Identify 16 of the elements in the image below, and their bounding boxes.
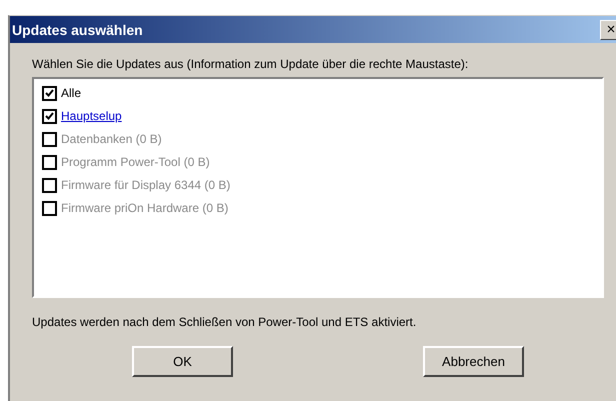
ok-button[interactable]: OK (132, 346, 233, 377)
checkbox[interactable] (42, 86, 57, 100)
checkmark-icon (45, 89, 54, 97)
checkbox[interactable] (42, 108, 57, 124)
update-label: Firmware für Display 6344 (0 B) (61, 178, 230, 192)
update-label: Alle (61, 86, 82, 100)
window-title: Updates auswählen (12, 22, 143, 38)
instruction-text: Wählen Sie die Updates aus (Information zum Update über die rechte Maustaste): (32, 57, 470, 71)
update-label: Datenbanken (0 B) (61, 132, 162, 146)
update-link[interactable]: Hauptselup (61, 109, 122, 123)
cancel-button[interactable]: Abbrechen (423, 346, 524, 377)
update-label: Programm Power-Tool (0 B) (61, 155, 210, 169)
info-text: Updates werden nach dem Schließen von Power-Tool und ETS aktiviert. (32, 315, 418, 329)
update-label: Firmware priOn Hardware (0 B) (61, 201, 228, 215)
close-button[interactable]: × (600, 20, 616, 40)
checkmark-icon (45, 112, 54, 120)
